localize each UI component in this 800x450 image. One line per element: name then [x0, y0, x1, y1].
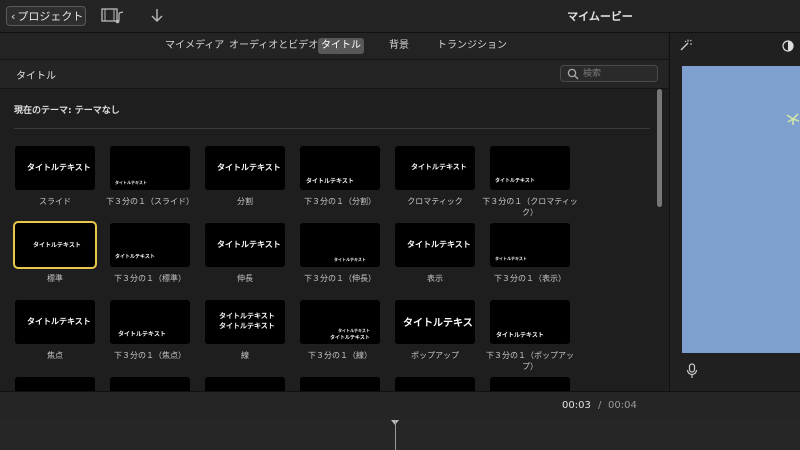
- title-label: 下３分の１（伸長）: [304, 274, 376, 283]
- title-thumbnail: タイトルテキスト: [300, 146, 380, 190]
- magic-wand-icon[interactable]: [678, 39, 692, 53]
- back-button-label: プロジェクト: [17, 10, 84, 23]
- thumbnail-text: タイトルテキスト: [495, 178, 535, 184]
- microphone-icon[interactable]: [686, 363, 698, 379]
- search-icon: [567, 68, 579, 80]
- title-thumbnail: タイトルテキスト: [395, 223, 475, 267]
- title-thumbnail-selected: タイトルテキスト: [13, 221, 97, 269]
- title-thumbnail: タイトルテキスト: [490, 300, 570, 344]
- thumbnail-text: タイトルテキスト: [217, 163, 281, 172]
- back-to-projects-button[interactable]: ‹ プロジェクト: [6, 6, 86, 26]
- scrollbar-thumb[interactable]: [657, 89, 662, 207]
- title-thumbnail: タイトルテキスト タイトルテキスト: [300, 300, 380, 344]
- title-thumbnail: タイトルテキスト: [110, 146, 190, 190]
- title-thumbnail: タイトルテキスト: [300, 223, 380, 267]
- title-thumbnail: [395, 377, 475, 391]
- title-thumbnail: タイトルテキスト: [15, 146, 95, 190]
- title-label: 表示: [427, 274, 443, 283]
- thumbnail-text: タイトルテキスト: [33, 242, 81, 249]
- browser-tabs: マイメディア オーディオとビデオ タイトル 背景 トランジション: [0, 33, 668, 60]
- title-thumbnail: [205, 377, 285, 391]
- thumbnail-text: タイトルテキスト: [411, 163, 467, 171]
- tab-titles[interactable]: タイトル: [318, 38, 364, 54]
- tab-audio-video[interactable]: オーディオとビデオ: [226, 38, 321, 54]
- browser-scrollbar[interactable]: [656, 89, 664, 389]
- title-thumbnail: タイトルテキスト: [205, 146, 285, 190]
- content-browser: マイメディア オーディオとビデオ タイトル 背景 トランジション タイトル 現在…: [0, 33, 668, 391]
- thumbnail-text: タイトルテキスト: [219, 322, 275, 330]
- palm-leaf-icon: [786, 113, 800, 125]
- title-thumbnail: タイトルテキスト: [110, 300, 190, 344]
- color-correction-icon[interactable]: [782, 40, 794, 52]
- thumbnail-text: タイトルテキスト: [407, 240, 471, 249]
- section-header: タイトル: [0, 60, 668, 89]
- thumbnail-text: タイトルテキスト: [403, 318, 475, 329]
- section-title: タイトル: [16, 71, 56, 82]
- current-time: 00:03: [562, 400, 591, 411]
- title-thumbnail: [15, 377, 95, 391]
- thumbnail-text: タイトルテキスト: [118, 331, 166, 338]
- title-label: 下３分の１（標準）: [114, 274, 186, 283]
- title-label: 下３分の１（分割）: [304, 197, 376, 206]
- viewer-panel: [669, 33, 800, 391]
- time-separator: /: [598, 400, 602, 411]
- title-label: 焦点: [47, 351, 63, 360]
- current-theme-label: 現在のテーマ: テーマなし: [14, 106, 120, 116]
- total-duration: 00:04: [608, 400, 637, 411]
- timeline[interactable]: [0, 420, 800, 450]
- download-arrow-icon[interactable]: [149, 7, 165, 25]
- title-thumbnail: タイトルテキスト: [395, 146, 475, 190]
- thumbnail-text: タイトルテキスト: [219, 312, 275, 320]
- tab-transitions[interactable]: トランジション: [434, 38, 510, 54]
- thumbnail-text: タイトルテキスト: [27, 163, 91, 172]
- thumbnail-text: タイトルテキスト: [306, 178, 354, 185]
- title-label: ポップアップ: [411, 351, 459, 360]
- thumbnail-text: タイトルテキスト: [115, 180, 147, 185]
- title-thumbnail: タイトルテキスト: [490, 146, 570, 190]
- search-field[interactable]: [560, 65, 658, 82]
- title-thumbnail: タイトルテキスト: [110, 223, 190, 267]
- tab-backgrounds[interactable]: 背景: [386, 38, 412, 54]
- title-label: スライド: [39, 197, 71, 206]
- title-label: 下３分の１（スライド）: [106, 197, 194, 206]
- top-toolbar: ‹ プロジェクト マイムービー: [0, 0, 800, 33]
- title-label: 線: [241, 351, 249, 360]
- title-thumbnail: タイトルテキスト: [395, 300, 475, 344]
- thumbnail-text: タイトルテキスト: [217, 240, 281, 249]
- title-thumbnail: タイトルテキスト タイトルテキスト: [205, 300, 285, 344]
- chevron-left-icon: ‹: [11, 10, 16, 23]
- title-label: 標準: [47, 274, 63, 283]
- title-thumbnail: [300, 377, 380, 391]
- title-label: 伸長: [237, 274, 253, 283]
- title-label: 下３分の１（焦点）: [114, 351, 186, 360]
- title-thumbnail: [490, 377, 570, 391]
- tab-my-media[interactable]: マイメディア: [162, 38, 227, 54]
- title-label: 分割: [237, 197, 253, 206]
- playhead[interactable]: [395, 420, 396, 450]
- title-label: クロマティック: [407, 197, 463, 206]
- window-title: マイムービー: [567, 10, 633, 23]
- title-thumbnail: タイトルテキスト: [205, 223, 285, 267]
- title-thumbnail: [110, 377, 190, 391]
- film-music-icon[interactable]: [101, 7, 125, 25]
- thumbnail-text: タイトルテキスト: [495, 256, 527, 261]
- title-thumbnail: タイトルテキスト: [15, 300, 95, 344]
- title-label: 下３分の１（表示）: [494, 274, 566, 283]
- video-preview[interactable]: [682, 66, 800, 353]
- thumbnail-text: タイトルテキスト: [27, 317, 91, 326]
- title-label: 下３分の１（線）: [308, 351, 372, 360]
- search-input[interactable]: [583, 67, 653, 80]
- thumbnail-text: タイトルテキスト: [330, 335, 370, 341]
- title-label: 下３分の１（ポップアップ）: [486, 351, 574, 371]
- thumbnail-text: タイトルテキスト: [115, 254, 155, 260]
- title-label: 下３分の１（クロマティック）: [482, 197, 578, 217]
- title-thumbnail: タイトルテキスト: [490, 223, 570, 267]
- thumbnail-text: タイトルテキスト: [334, 257, 366, 262]
- titles-grid: タイトルテキスト スライド タイトルテキスト 下３分の１（スライド） タイトルテ…: [0, 146, 650, 391]
- timeline-header: 00:03 / 00:04: [0, 391, 800, 420]
- thumbnail-text: タイトルテキスト: [496, 332, 544, 339]
- divider: [14, 128, 650, 129]
